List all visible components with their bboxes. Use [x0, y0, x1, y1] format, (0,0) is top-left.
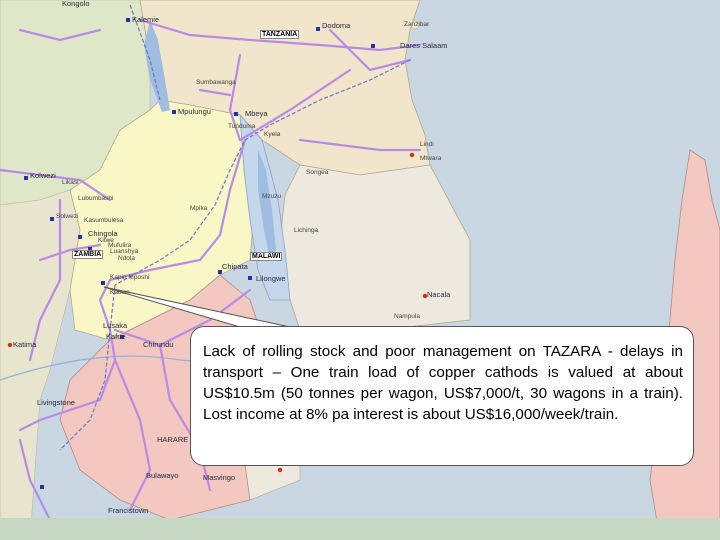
- place-mtwara: Mtwara: [420, 155, 442, 162]
- place-chirundu: Chirundu: [143, 340, 174, 349]
- place-kolwezi: Kolwezi: [30, 171, 56, 180]
- place-kyela: Kyela: [264, 131, 281, 138]
- place-katima: Katima: [13, 340, 37, 349]
- place-nacala: Nacala: [427, 290, 451, 299]
- callout-text: Lack of rolling stock and poor managemen…: [203, 343, 683, 423]
- place-mbeya: Mbeya: [245, 109, 268, 118]
- place-francistown: Francistown: [108, 506, 149, 515]
- place-zanzibar: Zanzibar: [404, 21, 430, 28]
- country-tanzania: TANZANIA: [260, 30, 300, 39]
- place-chipata: Chipata: [222, 262, 248, 271]
- place-solwezi: Solwezi: [56, 213, 79, 220]
- map-slide: Kongolo Kalemie Dodoma Zanzibar Dares Sa…: [0, 0, 720, 540]
- place-mpulungu: Mpulungu: [178, 107, 211, 116]
- place-lusaka: Lusaka: [103, 321, 128, 330]
- place-lubumbashi: Lubumbashi: [78, 195, 114, 202]
- place-mpika: Mpika: [190, 205, 208, 212]
- place-tunduma: Tunduma: [228, 123, 256, 130]
- place-nampula: Nampula: [394, 313, 421, 320]
- callout-box: Lack of rolling stock and poor managemen…: [190, 326, 694, 466]
- place-lilongwe: Lilongwe: [256, 274, 286, 283]
- place-kasumbulesa: Kasumbulesa: [84, 217, 124, 224]
- country-zambia: ZAMBIA: [72, 250, 104, 259]
- place-masvingo: Masvingo: [203, 473, 236, 482]
- place-likasi: Likasi: [62, 179, 79, 186]
- place-ndola: Ndola: [118, 255, 135, 262]
- place-kongolo: Kongolo: [62, 0, 90, 8]
- place-livingstone: Livingstone: [37, 398, 75, 407]
- land-mozambique: [279, 164, 471, 331]
- place-sumbawanga: Sumbawanga: [196, 79, 236, 86]
- place-dar-es-salaam: Dares Salaam: [400, 41, 448, 50]
- place-dodoma: Dodoma: [322, 21, 351, 30]
- place-mzuzu: Mzuzu: [262, 193, 282, 200]
- place-lindi: Lindi: [420, 141, 434, 148]
- place-kafue: Kafue: [106, 332, 126, 341]
- place-kapiri-mposhi: Kapiri Mposhi: [110, 274, 150, 281]
- place-lichinga: Lichinga: [294, 227, 319, 234]
- country-malawi: MALAWI: [250, 252, 283, 261]
- bottom-bar: [0, 518, 720, 540]
- place-songea: Songea: [306, 169, 329, 176]
- place-kalemie: Kalemie: [132, 15, 160, 24]
- place-kabwe: Kabwe: [110, 289, 130, 296]
- place-harare: HARARE: [157, 435, 189, 444]
- place-bulawayo: Bulawayo: [146, 471, 179, 480]
